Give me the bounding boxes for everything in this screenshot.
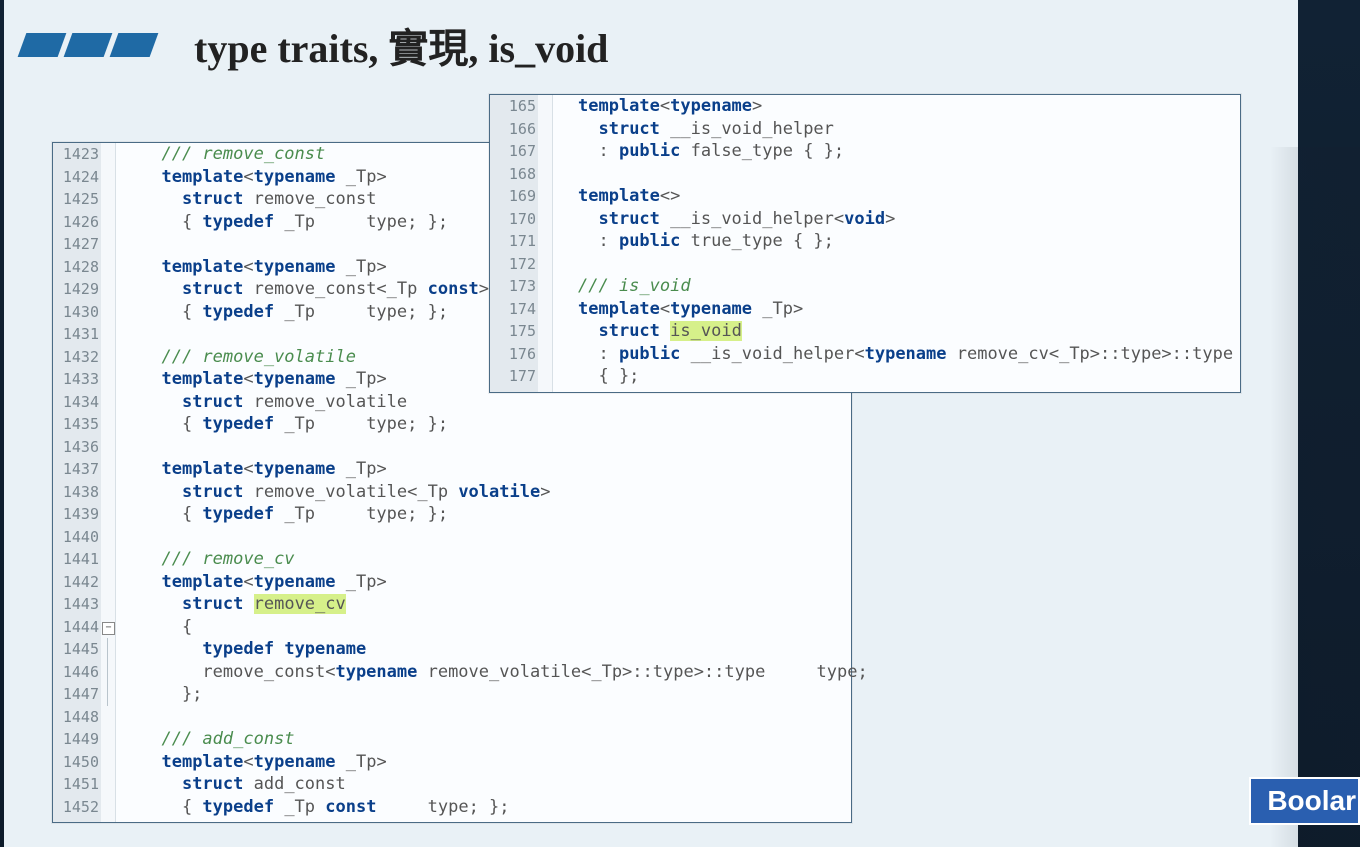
code-line: 1444 { xyxy=(115,616,851,639)
line-number: 1424 xyxy=(53,166,99,189)
line-number: 1449 xyxy=(53,728,99,751)
watermark-logo: Boolar xyxy=(1249,777,1360,825)
line-number: 1425 xyxy=(53,188,99,211)
line-number: 1433 xyxy=(53,368,99,391)
code-line: 1452 { typedef _Tp const type; }; xyxy=(115,796,851,819)
code-line: 1437 template<typename _Tp> xyxy=(115,458,851,481)
code-line: 1441 /// remove_cv xyxy=(115,548,851,571)
code-line: 1442 template<typename _Tp> xyxy=(115,571,851,594)
line-number: 171 xyxy=(490,230,536,253)
code-line: 1446 remove_const<typename remove_volati… xyxy=(115,661,851,684)
code-line: 1438 struct remove_volatile<_Tp volatile… xyxy=(115,481,851,504)
code-line: 174template<typename _Tp> xyxy=(552,298,1240,321)
line-number: 167 xyxy=(490,140,536,163)
code-line: 1445 typedef typename xyxy=(115,638,851,661)
line-number: 1450 xyxy=(53,751,99,774)
line-number: 1441 xyxy=(53,548,99,571)
line-number: 1443 xyxy=(53,593,99,616)
header-decor xyxy=(22,33,154,57)
line-number: 1438 xyxy=(53,481,99,504)
line-number: 177 xyxy=(490,365,536,388)
line-number: 172 xyxy=(490,253,536,276)
code-line: 176 : public __is_void_helper<typename r… xyxy=(552,343,1240,366)
code-line: 1447 }; xyxy=(115,683,851,706)
line-number: 176 xyxy=(490,343,536,366)
line-number: 1452 xyxy=(53,796,99,819)
slide-header: type traits, 實現, is_void xyxy=(22,10,1280,80)
code-line: 168 xyxy=(552,163,1240,186)
line-number: 1448 xyxy=(53,706,99,729)
code-line: 1434 struct remove_volatile xyxy=(115,391,851,414)
fold-marker-icon: − xyxy=(102,622,115,635)
line-number: 1451 xyxy=(53,773,99,796)
line-number: 1445 xyxy=(53,638,99,661)
line-number: 173 xyxy=(490,275,536,298)
line-number: 1442 xyxy=(53,571,99,594)
code-line: 170 struct __is_void_helper<void> xyxy=(552,208,1240,231)
line-number: 1447 xyxy=(53,683,99,706)
code-line: 166 struct __is_void_helper xyxy=(552,118,1240,141)
line-number: 1439 xyxy=(53,503,99,526)
code-line: 172 xyxy=(552,253,1240,276)
line-number: 174 xyxy=(490,298,536,321)
code-line: 171 : public true_type { }; xyxy=(552,230,1240,253)
code-line: 165template<typename> xyxy=(552,95,1240,118)
line-number: 166 xyxy=(490,118,536,141)
code-line: 169template<> xyxy=(552,185,1240,208)
line-number: 1440 xyxy=(53,526,99,549)
code-line: 177 { }; xyxy=(552,365,1240,388)
code-lines: 165template<typename>166 struct __is_voi… xyxy=(490,95,1240,388)
line-number: 1426 xyxy=(53,211,99,234)
code-line: 1449 /// add_const xyxy=(115,728,851,751)
line-number: 1432 xyxy=(53,346,99,369)
line-number: 1428 xyxy=(53,256,99,279)
code-line: 1436 xyxy=(115,436,851,459)
code-line: 1435 { typedef _Tp type; }; xyxy=(115,413,851,436)
code-line: 173/// is_void xyxy=(552,275,1240,298)
code-line: 1440 xyxy=(115,526,851,549)
code-line: 1448 xyxy=(115,706,851,729)
line-number: 175 xyxy=(490,320,536,343)
code-line: 1450 template<typename _Tp> xyxy=(115,751,851,774)
line-number: 1435 xyxy=(53,413,99,436)
code-block-is-void: 165template<typename>166 struct __is_voi… xyxy=(489,94,1241,393)
line-number: 1434 xyxy=(53,391,99,414)
line-number: 169 xyxy=(490,185,536,208)
code-line: 1451 struct add_const xyxy=(115,773,851,796)
slide-title: type traits, 實現, is_void xyxy=(194,16,608,74)
line-number: 1444 xyxy=(53,616,99,639)
line-number: 1430 xyxy=(53,301,99,324)
line-number: 170 xyxy=(490,208,536,231)
fold-guide xyxy=(107,638,108,706)
line-number: 1427 xyxy=(53,233,99,256)
video-frame: type traits, 實現, is_void 165template<typ… xyxy=(0,0,1360,847)
line-number: 1446 xyxy=(53,661,99,684)
line-number: 165 xyxy=(490,95,536,118)
code-line: 1443 struct remove_cv xyxy=(115,593,851,616)
line-number: 168 xyxy=(490,163,536,186)
slide: type traits, 實現, is_void 165template<typ… xyxy=(4,0,1298,847)
code-line: 1439 { typedef _Tp type; }; xyxy=(115,503,851,526)
line-number: 1431 xyxy=(53,323,99,346)
line-number: 1436 xyxy=(53,436,99,459)
line-number: 1429 xyxy=(53,278,99,301)
line-number: 1423 xyxy=(53,143,99,166)
code-line: 167 : public false_type { }; xyxy=(552,140,1240,163)
code-line: 175 struct is_void xyxy=(552,320,1240,343)
line-number: 1437 xyxy=(53,458,99,481)
